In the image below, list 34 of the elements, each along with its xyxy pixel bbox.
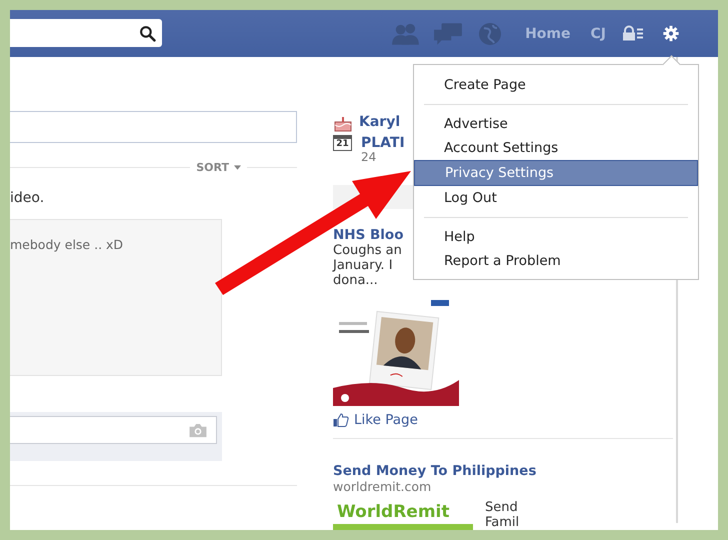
ad-title[interactable]: Send Money To Philippines <box>333 463 536 479</box>
calendar-icon: 21 <box>333 135 352 151</box>
event-link[interactable]: Karyl <box>359 114 400 130</box>
event-date: 24 <box>361 151 378 163</box>
ad-text: Send <box>485 500 519 515</box>
ad-domain: worldremit.com <box>333 479 432 494</box>
lock-icon[interactable] <box>622 25 644 42</box>
post-text: ideo. <box>10 190 46 206</box>
cake-icon <box>333 114 353 132</box>
status-field[interactable] <box>10 111 297 143</box>
messages-icon[interactable] <box>433 22 464 46</box>
search-field[interactable] <box>10 19 162 47</box>
menu-item[interactable]: Advertise <box>414 112 698 136</box>
thumbs-up-icon <box>333 413 349 427</box>
camera-icon[interactable] <box>188 422 208 438</box>
brand-logo: WorldRemit <box>336 502 450 522</box>
menu-item[interactable]: Account Settings <box>414 136 698 160</box>
sort-button[interactable]: SORT <box>190 161 247 174</box>
menu-item[interactable]: Privacy Settings <box>414 160 698 186</box>
event-link[interactable]: PLATI <box>361 135 405 151</box>
menu-item[interactable]: Create Page <box>414 73 698 97</box>
like-page-link[interactable]: Like Page <box>333 412 418 428</box>
ad-text: Famil <box>485 515 520 530</box>
menu-item[interactable]: Report a Problem <box>414 249 698 273</box>
comment-field[interactable] <box>10 416 217 444</box>
ad-text: Coughs an <box>333 243 402 258</box>
shared-post-text: mebody else .. xD <box>10 237 124 252</box>
friends-icon[interactable] <box>391 22 422 46</box>
menu-item[interactable]: Help <box>414 225 698 249</box>
ad-title[interactable]: NHS Bloo <box>333 227 404 243</box>
search-icon[interactable] <box>139 24 156 42</box>
ad-text: dona... <box>333 273 378 288</box>
menu-item[interactable]: Log Out <box>414 186 698 210</box>
ad-text: January. I <box>333 258 393 273</box>
